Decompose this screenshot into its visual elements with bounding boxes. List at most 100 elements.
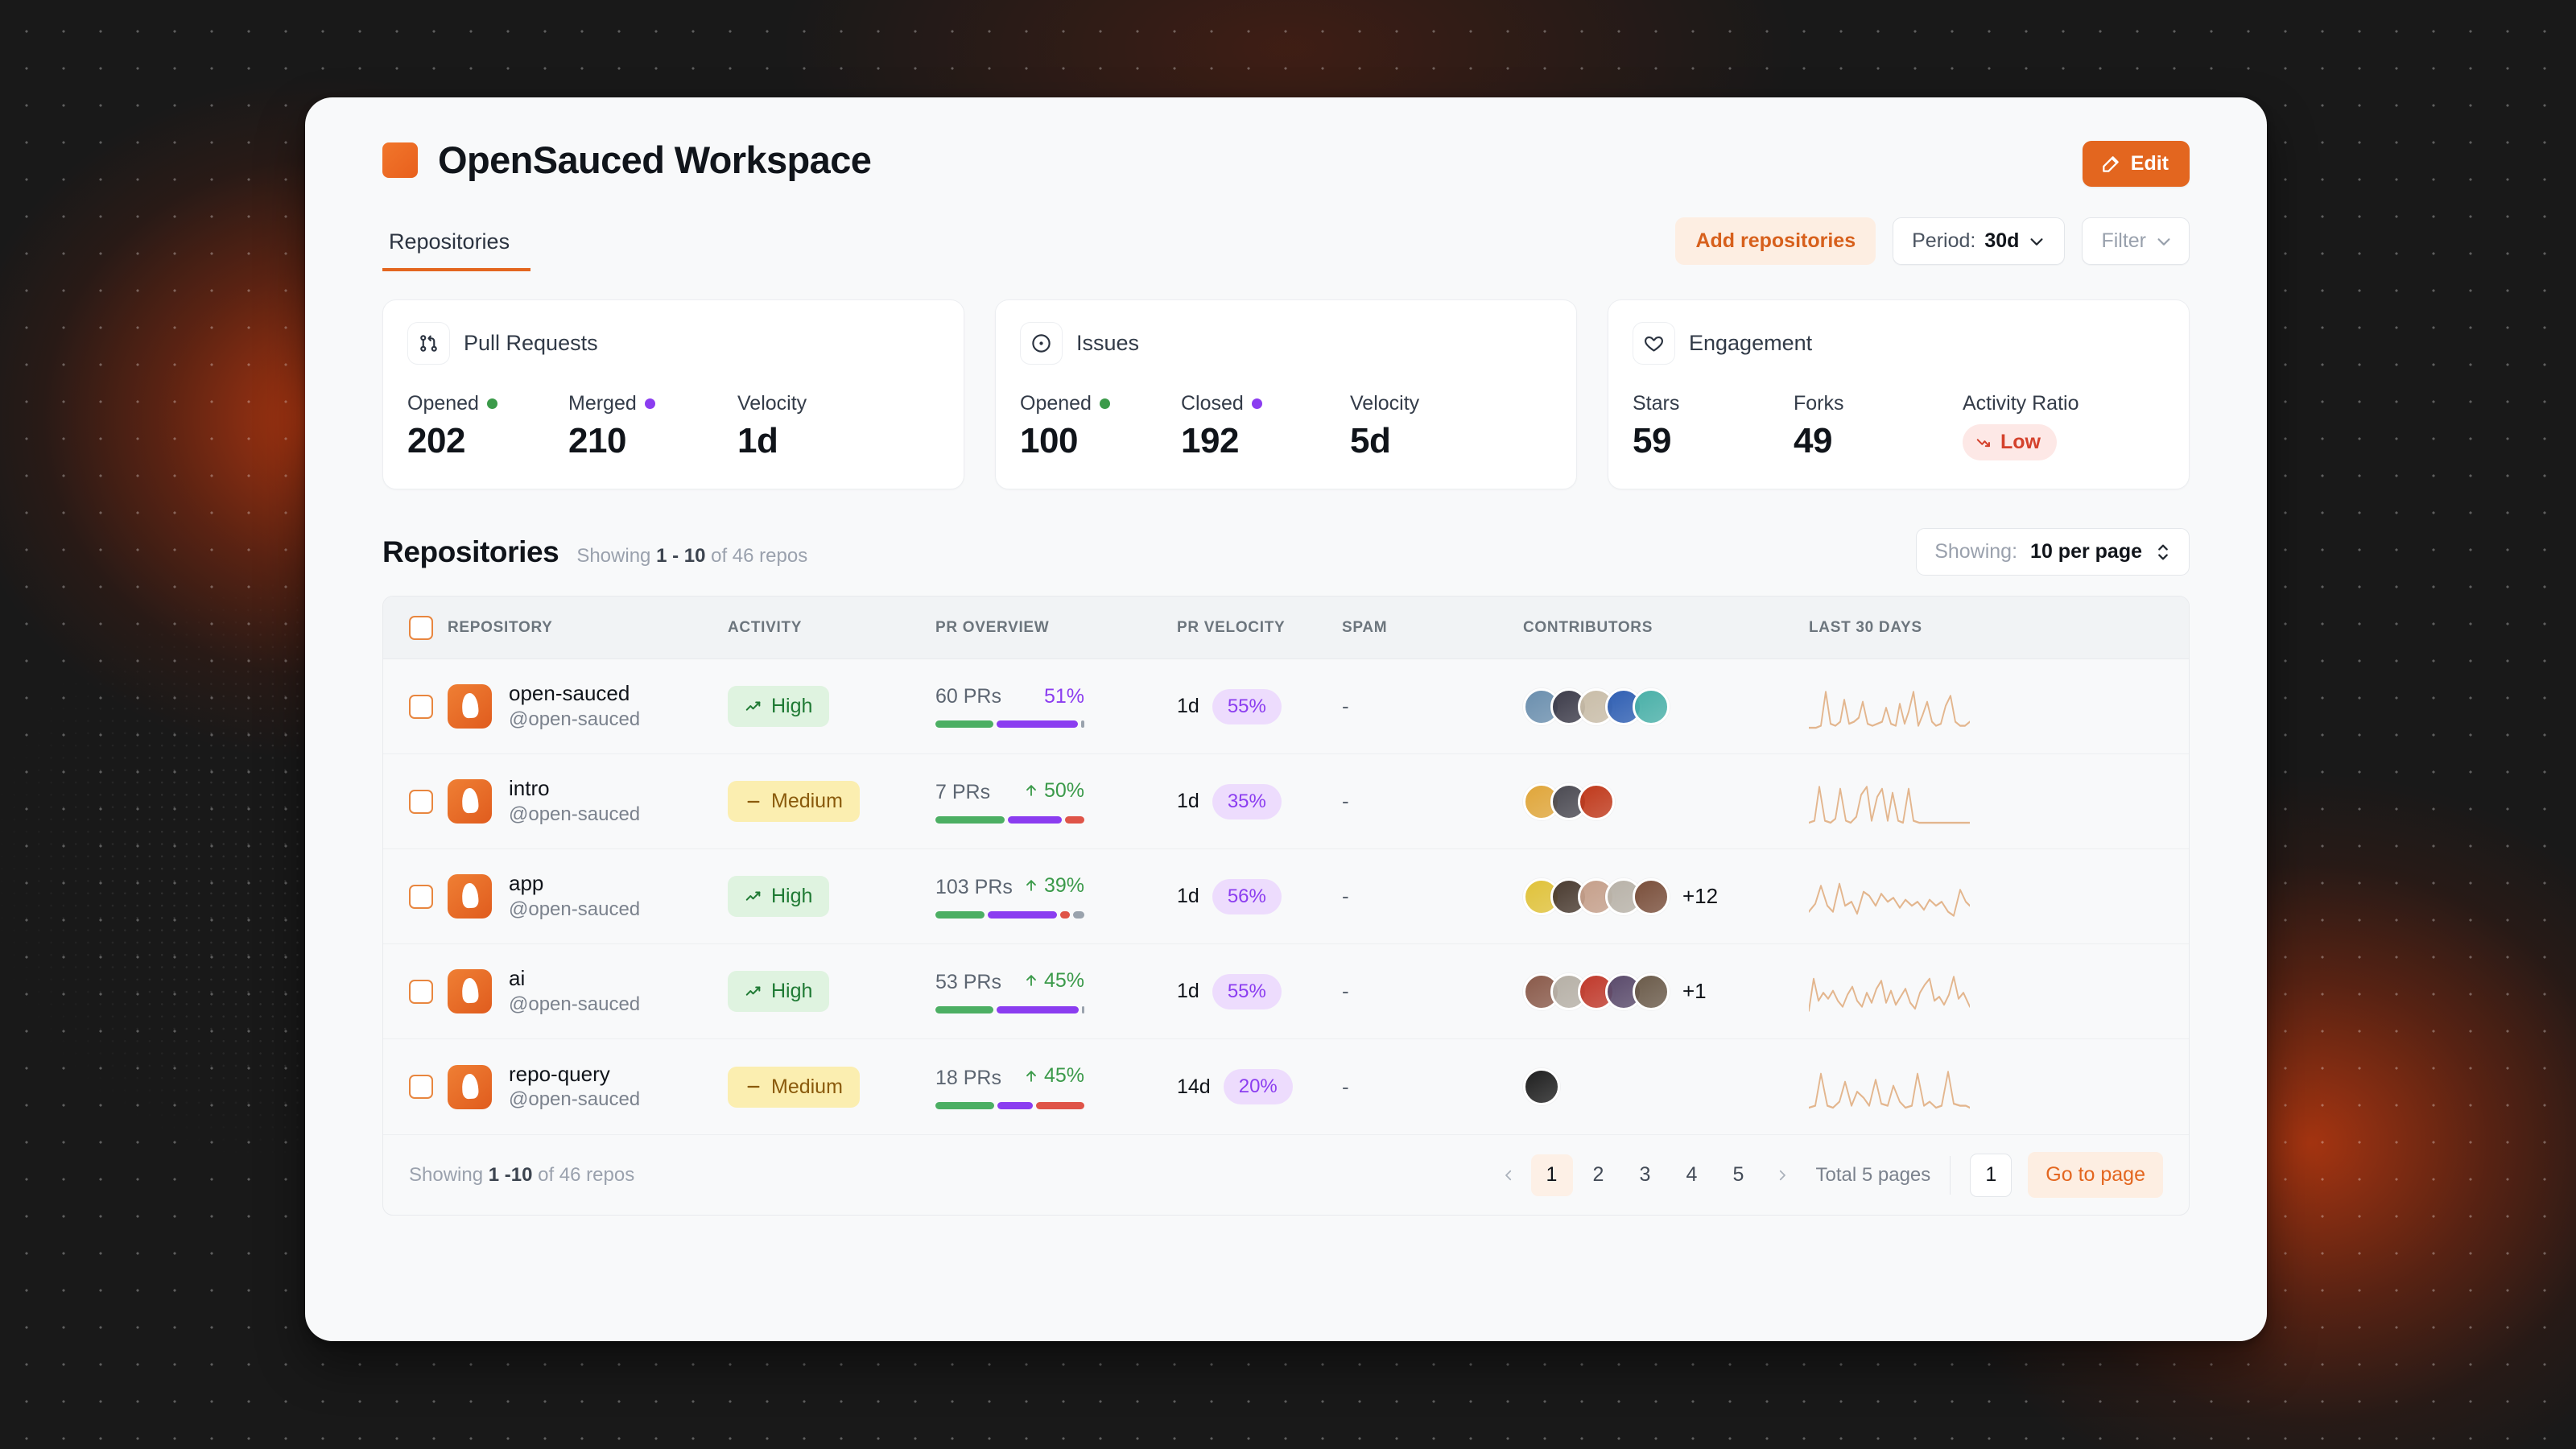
activity-badge-label: High: [771, 885, 813, 907]
row-checkbox[interactable]: [409, 789, 433, 814]
footer-showing-range: 1 -10: [488, 1163, 533, 1186]
pr-overview-cell: 60 PRs 51%: [935, 685, 1177, 728]
contributors-avatar-stack: [1523, 1068, 1809, 1105]
table-row[interactable]: repo-query @open-sauced Medium 18 PRs 45…: [383, 1039, 2189, 1134]
repository-cell[interactable]: repo-query @open-sauced: [448, 1062, 728, 1113]
pagination: 12345 Total 5 pages Go to page: [1491, 1152, 2163, 1198]
total-pages-label: Total 5 pages: [1815, 1163, 1931, 1186]
page-number-4[interactable]: 4: [1671, 1154, 1713, 1196]
go-to-page-button[interactable]: Go to page: [2028, 1152, 2163, 1198]
table-row[interactable]: open-sauced @open-sauced High 60 PRs 51%…: [383, 659, 2189, 754]
pr-overview-bar: [935, 1006, 1084, 1014]
repository-avatar-icon: [448, 684, 492, 729]
metric-label: Activity Ratio: [1963, 392, 2079, 415]
tab-repositories[interactable]: Repositories: [382, 229, 531, 271]
pr-count: 103 PRs: [935, 876, 1013, 899]
row-checkbox[interactable]: [409, 884, 433, 909]
toolbar: Add repositories Period: 30d Filter: [1675, 217, 2190, 271]
minus-icon: [745, 1078, 762, 1096]
table-footer: Showing 1 -10 of 46 repos 12345 Total 5 …: [383, 1134, 2189, 1215]
repository-owner: @open-sauced: [509, 1088, 641, 1111]
page-number-1[interactable]: 1: [1530, 1154, 1573, 1196]
status-dot-green: [486, 398, 497, 409]
card-header: Pull Requests: [407, 322, 939, 365]
page-number-list: 12345: [1530, 1154, 1760, 1196]
section-title: Repositories: [382, 535, 559, 568]
page-number-5[interactable]: 5: [1718, 1154, 1760, 1196]
activity-badge: High: [728, 971, 830, 1012]
pr-overview-cell: 103 PRs 39%: [935, 874, 1177, 919]
spam-value: -: [1342, 789, 1349, 813]
repository-cell[interactable]: open-sauced @open-sauced: [448, 681, 728, 732]
metric-label: Opened: [1020, 392, 1092, 415]
edit-button[interactable]: Edit: [2082, 141, 2190, 187]
table-row[interactable]: intro @open-sauced Medium 7 PRs 50% 1d 3…: [383, 754, 2189, 849]
page-number-input[interactable]: [1970, 1153, 2013, 1197]
avatar[interactable]: [1523, 1068, 1560, 1105]
chevron-right-icon[interactable]: [1765, 1158, 1800, 1193]
row-checkbox[interactable]: [409, 694, 433, 719]
table-row[interactable]: ai @open-sauced High 53 PRs 45% 1d 55% -…: [383, 944, 2189, 1039]
repository-cell[interactable]: intro @open-sauced: [448, 776, 728, 827]
trend-up-icon: [745, 888, 762, 906]
repository-owner: @open-sauced: [509, 993, 641, 1015]
period-select[interactable]: Period: 30d: [1893, 217, 2066, 265]
status-badge-label: Low: [2000, 431, 2041, 453]
contributors-avatar-stack: [1523, 782, 1809, 820]
repository-name: intro: [509, 776, 550, 801]
pr-velocity-percent-badge: 55%: [1212, 973, 1282, 1009]
pr-percent: 51%: [1043, 685, 1084, 708]
workspace-title-group: OpenSauced Workspace: [382, 141, 872, 179]
metric-label: Velocity: [1350, 392, 1420, 415]
showing-summary: Showing 1 - 10 of 46 repos: [576, 545, 807, 568]
last-30-days-sparkline: [1809, 872, 2189, 922]
pr-bar-segment: [1081, 720, 1084, 728]
contributors-avatar-stack: [1523, 687, 1809, 725]
repository-avatar-icon: [448, 1064, 492, 1109]
filter-label: Filter: [2101, 229, 2146, 252]
contributors-avatar-stack: +1: [1523, 972, 1809, 1010]
card-metrics: Stars 59 Forks 49 Activity Ratio Low: [1633, 392, 2165, 461]
repository-cell[interactable]: app @open-sauced: [448, 871, 728, 922]
table-row[interactable]: app @open-sauced High 103 PRs 39% 1d 56%: [383, 849, 2189, 944]
pr-velocity-percent-badge: 56%: [1212, 878, 1282, 914]
repository-cell[interactable]: ai @open-sauced: [448, 966, 728, 1017]
per-page-select[interactable]: Showing: 10 per page: [1916, 528, 2190, 576]
metric-value: 1d: [737, 421, 778, 460]
avatar[interactable]: [1633, 972, 1670, 1010]
column-header-activity: ACTIVITY: [728, 618, 803, 636]
metric-velocity: Velocity 1d: [737, 392, 939, 461]
trend-up-icon: [745, 983, 762, 1001]
page-number-3[interactable]: 3: [1624, 1154, 1666, 1196]
metric-value: 59: [1633, 421, 1671, 460]
edit-pencil-icon: [2100, 154, 2121, 175]
filter-select[interactable]: Filter: [2082, 217, 2190, 265]
tabs-toolbar-row: Repositories Add repositories Period: 30…: [382, 217, 2190, 271]
select-all-checkbox[interactable]: [409, 615, 433, 640]
chevron-left-icon[interactable]: [1491, 1158, 1526, 1193]
add-repositories-button[interactable]: Add repositories: [1675, 217, 1876, 265]
last-30-days-sparkline: [1809, 777, 2189, 827]
pr-overview-bar: [935, 911, 1084, 919]
metric-label: Closed: [1181, 392, 1244, 415]
card-metrics: Opened 100 Closed 192 Velocity 5d: [1020, 392, 1552, 461]
avatar[interactable]: [1633, 687, 1670, 725]
row-checkbox[interactable]: [409, 979, 433, 1004]
pr-count: 60 PRs: [935, 685, 1001, 708]
pr-percent: 45%: [1023, 1064, 1084, 1088]
pr-velocity-cell: 1d 55%: [1177, 688, 1342, 724]
page-number-2[interactable]: 2: [1578, 1154, 1620, 1196]
metric-label: Velocity: [737, 392, 807, 415]
avatar[interactable]: [1633, 877, 1670, 915]
metric-closed: Closed 192: [1181, 392, 1350, 461]
row-checkbox[interactable]: [409, 1075, 433, 1099]
spam-value: -: [1342, 979, 1349, 1003]
pr-bar-segment: [935, 816, 1005, 824]
heart-icon: [1633, 322, 1675, 365]
activity-badge: Medium: [728, 781, 860, 822]
status-dot-purple: [644, 398, 655, 409]
avatar[interactable]: [1578, 782, 1615, 820]
edit-button-label: Edit: [2130, 152, 2169, 175]
metric-value: 100: [1020, 421, 1078, 460]
spam-value: -: [1342, 884, 1349, 908]
